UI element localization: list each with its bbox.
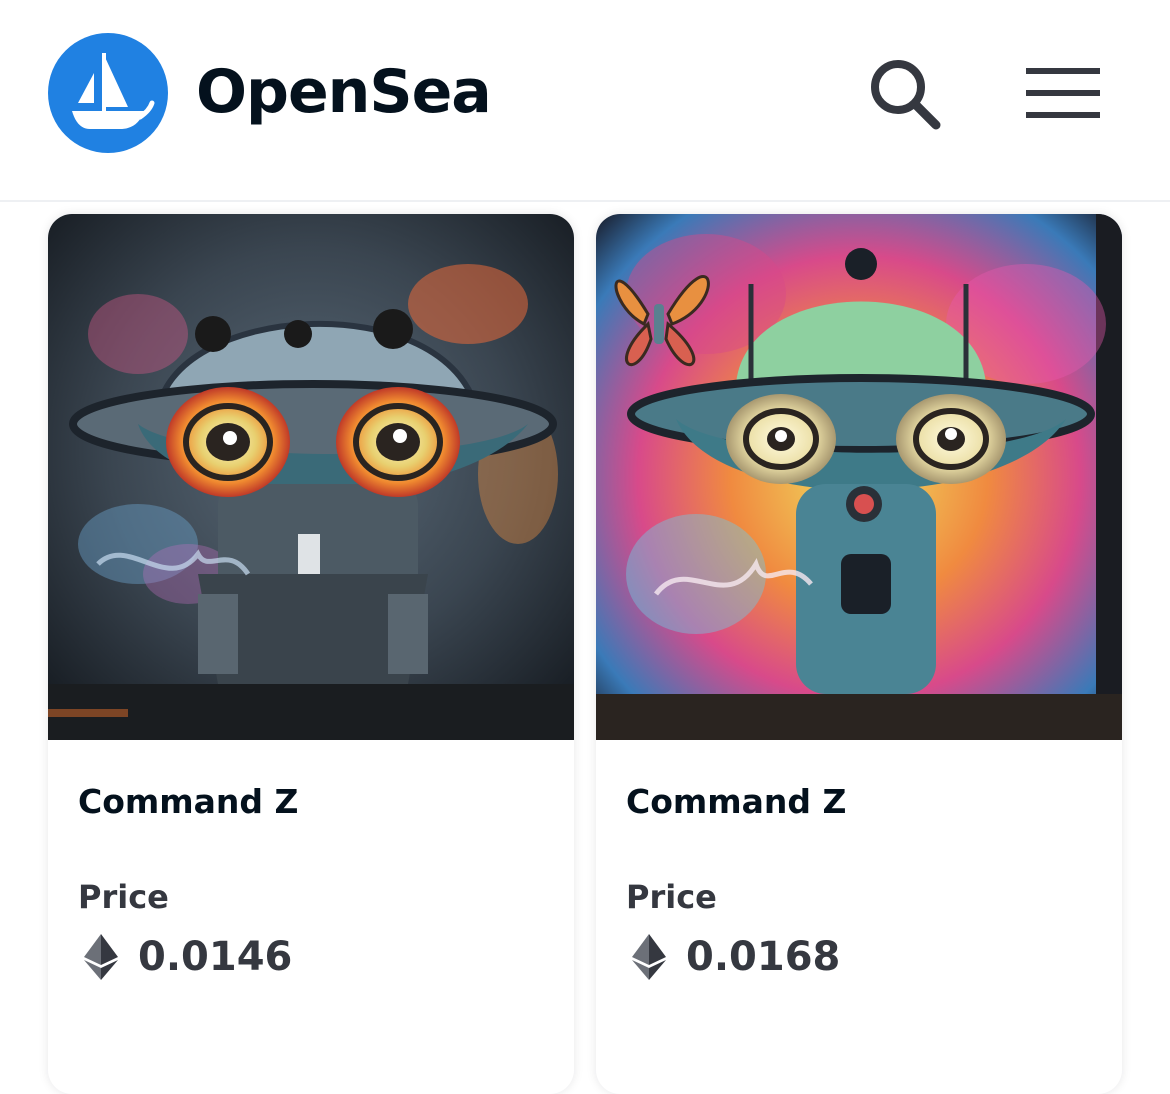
nft-name[interactable]: Command Z xyxy=(78,778,298,826)
price-label: Price xyxy=(78,878,169,916)
nft-artwork-image[interactable] xyxy=(48,214,574,740)
nft-artwork-image[interactable] xyxy=(596,214,1122,740)
price-value: 0.0168 xyxy=(686,934,841,980)
ethereum-icon xyxy=(84,934,118,980)
ethereum-icon xyxy=(632,934,666,980)
nft-name[interactable]: Command Z xyxy=(626,778,846,826)
hamburger-menu-icon[interactable] xyxy=(1024,66,1102,120)
nft-card[interactable]: Command Z Price 0.0146 xyxy=(48,214,574,1094)
opensea-logo-icon[interactable] xyxy=(48,33,168,153)
brand-name[interactable]: OpenSea xyxy=(196,52,492,132)
search-icon[interactable] xyxy=(866,56,944,132)
top-navigation-bar: OpenSea xyxy=(0,0,1170,202)
nft-card[interactable]: Command Z Price 0.0168 xyxy=(596,214,1122,1094)
price-label: Price xyxy=(626,878,717,916)
price-value: 0.0146 xyxy=(138,934,293,980)
